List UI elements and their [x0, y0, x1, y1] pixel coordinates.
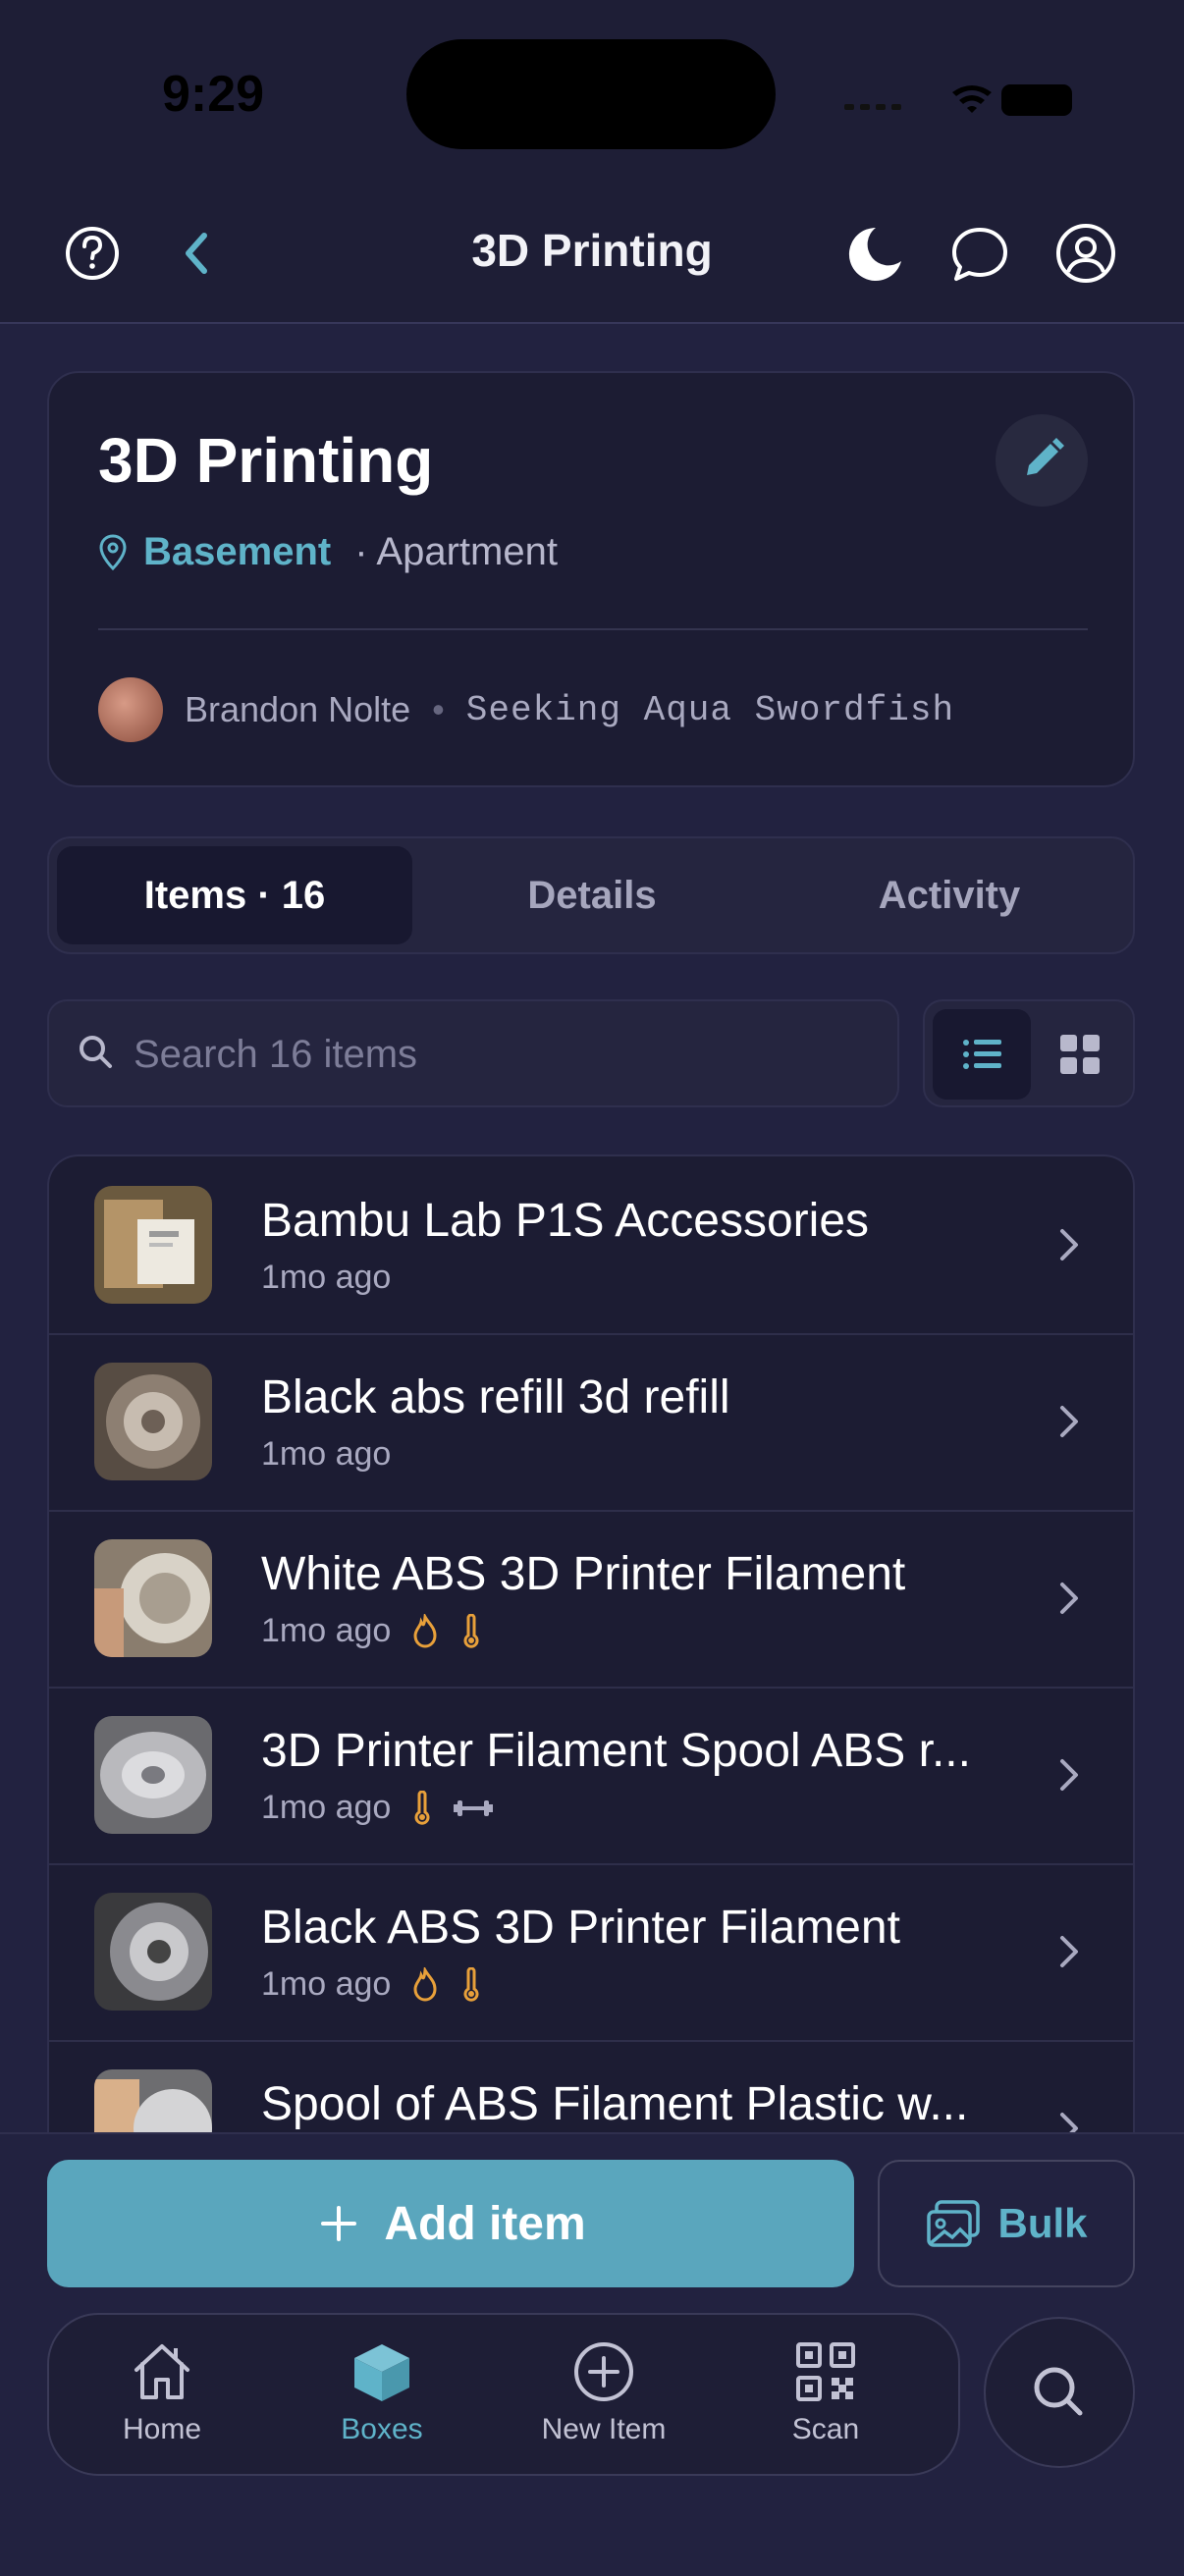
thermometer-icon	[414, 1790, 430, 1825]
divider	[98, 628, 1088, 630]
map-pin-icon	[99, 533, 127, 570]
tab-new-item[interactable]: New Item	[501, 2336, 707, 2446]
tab-new-item-label: New Item	[541, 2413, 667, 2445]
bulk-button[interactable]: Bulk	[878, 2160, 1135, 2287]
chevron-right-icon	[1060, 1229, 1078, 1261]
list-item[interactable]: Bambu Lab P1S Accessories 1mo ago	[49, 1156, 1133, 1335]
search-fab-button[interactable]	[984, 2317, 1135, 2468]
flame-icon	[413, 1966, 437, 2002]
list-item[interactable]: Spool of ABS Filament Plastic w...	[49, 2040, 1133, 2136]
flame-icon	[413, 1613, 437, 1648]
tab-home[interactable]: Home	[59, 2336, 265, 2446]
item-thumbnail	[94, 2069, 212, 2136]
item-name: Black ABS 3D Printer Filament	[261, 1902, 900, 1954]
item-thumbnail	[94, 1716, 212, 1834]
account-icon[interactable]	[1054, 222, 1117, 285]
item-meta: 1mo ago	[261, 1259, 391, 1297]
item-timestamp: 1mo ago	[261, 1612, 392, 1649]
cube-icon	[354, 2344, 409, 2401]
list-item[interactable]: 3D Printer Filament Spool ABS r... 1mo a…	[49, 1687, 1133, 1865]
box-code: Seeking Aqua Swordfish	[465, 689, 955, 730]
list-item[interactable]: Black abs refill 3d refill 1mo ago	[49, 1333, 1133, 1512]
location-parent: · Apartment	[354, 530, 558, 573]
chat-bubble-icon[interactable]	[948, 222, 1011, 285]
edit-button[interactable]	[996, 414, 1088, 507]
item-name: 3D Printer Filament Spool ABS r...	[261, 1725, 971, 1777]
box-title: 3D Printing	[98, 425, 434, 496]
search-bar	[47, 999, 899, 1107]
item-name: Spool of ABS Filament Plastic w...	[261, 2078, 969, 2130]
add-item-button[interactable]: Add item	[47, 2160, 854, 2287]
tab-boxes[interactable]: Boxes	[279, 2336, 485, 2446]
item-meta: 1mo ago	[261, 1612, 483, 1650]
tab-scan[interactable]: Scan	[723, 2336, 929, 2446]
tab-home-label: Home	[122, 2413, 202, 2445]
bottom-panel: Add item Bulk Home Boxes New Item Scan	[0, 2132, 1184, 2576]
status-icons	[844, 84, 1072, 116]
signal-icon	[844, 104, 901, 110]
images-icon	[927, 2200, 981, 2247]
grid-icon	[1060, 1035, 1100, 1074]
chevron-right-icon	[1060, 1406, 1078, 1437]
avatar	[98, 677, 163, 742]
item-meta: 1mo ago	[261, 1965, 483, 2004]
owner-name: Brandon Nolte	[185, 689, 411, 729]
location-row: Basement · Apartment	[98, 530, 558, 574]
item-thumbnail	[94, 1539, 212, 1657]
item-timestamp: 1mo ago	[261, 1965, 392, 2003]
thermometer-icon	[463, 1966, 479, 2002]
item-meta: 1mo ago	[261, 1789, 494, 1827]
home-icon	[135, 2344, 189, 2399]
tab-items[interactable]: Items · 16	[57, 846, 412, 944]
dynamic-island	[406, 39, 776, 149]
tab-scan-label: Scan	[791, 2413, 860, 2445]
pencil-icon	[1027, 438, 1064, 475]
item-timestamp: 1mo ago	[261, 1789, 392, 1826]
tab-boxes-label: Boxes	[341, 2413, 423, 2445]
moon-icon[interactable]	[842, 222, 905, 285]
segmented-tabs: Items · 16 Details Activity	[47, 836, 1135, 954]
search-icon	[80, 1036, 112, 1068]
dumbbell-icon	[454, 1799, 494, 1816]
owner-row: Brandon Nolte • Seeking Aqua Swordfish	[98, 677, 954, 742]
tab-activity[interactable]: Activity	[772, 846, 1127, 944]
status-bar: 9:29	[0, 0, 1184, 187]
plus-icon	[321, 2206, 357, 2241]
item-timestamp: 1mo ago	[261, 1259, 392, 1296]
grid-view-button[interactable]	[1031, 1009, 1129, 1100]
item-meta: 1mo ago	[261, 1435, 391, 1474]
item-name: White ABS 3D Printer Filament	[261, 1548, 906, 1600]
list-view-button[interactable]	[933, 1009, 1031, 1100]
location-link[interactable]: Basement	[143, 530, 331, 574]
item-list: Bambu Lab P1S Accessories 1mo ago Black …	[47, 1154, 1135, 2136]
tab-details[interactable]: Details	[414, 846, 770, 944]
qr-code-icon	[796, 2342, 855, 2401]
view-toggle	[923, 999, 1135, 1107]
list-item[interactable]: White ABS 3D Printer Filament 1mo ago	[49, 1510, 1133, 1689]
battery-icon	[1001, 84, 1072, 116]
chevron-right-icon	[1060, 1583, 1078, 1614]
plus-circle-icon	[574, 2342, 633, 2401]
bottom-tab-bar: Home Boxes New Item Scan	[47, 2313, 960, 2476]
bulk-label: Bulk	[997, 2200, 1088, 2246]
item-thumbnail	[94, 1893, 212, 2011]
item-timestamp: 1mo ago	[261, 1435, 392, 1473]
chevron-right-icon	[1060, 1759, 1078, 1791]
status-time: 9:29	[162, 66, 265, 123]
app-header: 3D Printing	[0, 187, 1184, 324]
wifi-icon	[952, 85, 992, 113]
thermometer-icon	[463, 1613, 479, 1648]
item-name: Bambu Lab P1S Accessories	[261, 1195, 870, 1247]
item-name: Black abs refill 3d refill	[261, 1371, 730, 1423]
separator-dot: •	[432, 689, 445, 729]
chevron-right-icon	[1060, 1936, 1078, 1967]
list-icon	[963, 1040, 1001, 1069]
box-info-card: 3D Printing Basement · Apartment Brandon…	[47, 371, 1135, 787]
item-thumbnail	[94, 1363, 212, 1480]
item-thumbnail	[94, 1186, 212, 1304]
search-icon	[1034, 2367, 1083, 2416]
list-item[interactable]: Black ABS 3D Printer Filament 1mo ago	[49, 1863, 1133, 2042]
search-input[interactable]	[132, 1021, 882, 1088]
add-item-label: Add item	[384, 2197, 586, 2250]
